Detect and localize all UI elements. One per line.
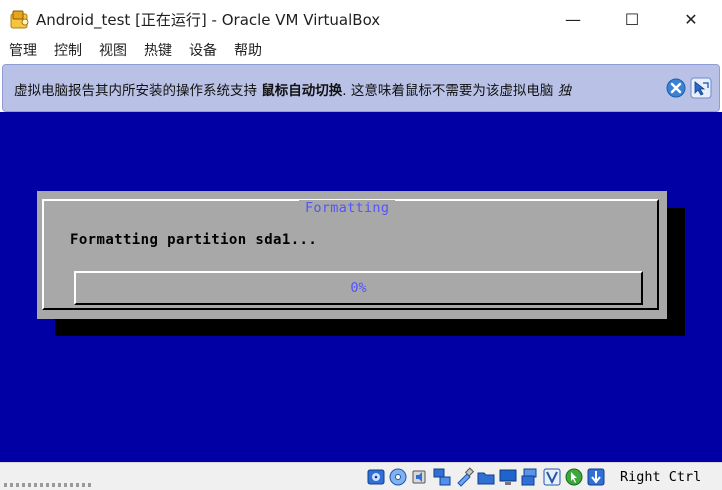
- close-notice-icon[interactable]: [666, 78, 686, 98]
- notice-text: 虚拟电脑报告其内所安装的操作系统支持 鼠标自动切换. 这意味着鼠标不需要为该虚拟…: [14, 79, 654, 99]
- menu-item-devices[interactable]: 设备: [180, 38, 225, 64]
- mouse-integration-notice: 虚拟电脑报告其内所安装的操作系统支持 鼠标自动切换. 这意味着鼠标不需要为该虚拟…: [2, 64, 720, 112]
- dialog-message: Formatting partition sda1...: [70, 232, 318, 248]
- progress-bar: 0%: [74, 271, 643, 305]
- mouse-pointer-icon[interactable]: [690, 77, 712, 99]
- display-icon[interactable]: [498, 467, 518, 487]
- close-icon: ✕: [684, 9, 698, 29]
- virtualization-icon[interactable]: [542, 467, 562, 487]
- menu-item-control[interactable]: 控制: [45, 38, 90, 64]
- optical-disk-icon[interactable]: [388, 467, 408, 487]
- menu-item-view[interactable]: 视图: [90, 38, 135, 64]
- menu-item-manage[interactable]: 管理: [0, 38, 45, 64]
- menu-item-hotkeys[interactable]: 热键: [135, 38, 180, 64]
- progress-label: 0%: [350, 280, 367, 296]
- notice-text-bold: 鼠标自动切换: [261, 83, 343, 99]
- window-title: Android_test [正在运行] - Oracle VM VirtualB…: [36, 11, 381, 29]
- window-titlebar: Android_test [正在运行] - Oracle VM VirtualB…: [0, 0, 722, 38]
- vm-display[interactable]: Formatting Formatting partition sda1... …: [0, 112, 722, 462]
- minimize-icon: —: [565, 9, 581, 29]
- maximize-icon: ☐: [624, 9, 640, 29]
- recording-icon[interactable]: [520, 467, 540, 487]
- audio-icon[interactable]: [410, 467, 430, 487]
- notice-text-tail: 独: [557, 83, 572, 99]
- virtualbox-app-icon: [10, 10, 29, 29]
- keyboard-capture-icon[interactable]: [586, 467, 606, 487]
- usb-icon[interactable]: [454, 467, 474, 487]
- menu-item-help[interactable]: 帮助: [225, 38, 270, 64]
- menu-bar: 管理 控制 视图 热键 设备 帮助: [0, 38, 722, 64]
- mouse-integration-icon[interactable]: [564, 467, 584, 487]
- hard-disk-icon[interactable]: [366, 467, 386, 487]
- maximize-button[interactable]: ☐: [604, 0, 660, 38]
- minimize-button[interactable]: —: [545, 0, 601, 38]
- status-bar: Right Ctrl: [0, 462, 722, 490]
- network-icon[interactable]: [432, 467, 452, 487]
- formatting-dialog: Formatting Formatting partition sda1... …: [37, 191, 667, 319]
- notice-text-before: 虚拟电脑报告其内所安装的操作系统支持: [14, 83, 262, 99]
- dialog-title: Formatting: [299, 200, 396, 218]
- device-indicators: [366, 467, 606, 487]
- shared-folders-icon[interactable]: [476, 467, 496, 487]
- close-button[interactable]: ✕: [663, 0, 719, 38]
- status-grip: [4, 483, 94, 487]
- dialog-frame: Formatting Formatting partition sda1... …: [42, 199, 659, 310]
- host-key-label: Right Ctrl: [620, 469, 702, 485]
- notice-text-after: . 这意味着鼠标不需要为该虚拟电脑: [342, 83, 558, 99]
